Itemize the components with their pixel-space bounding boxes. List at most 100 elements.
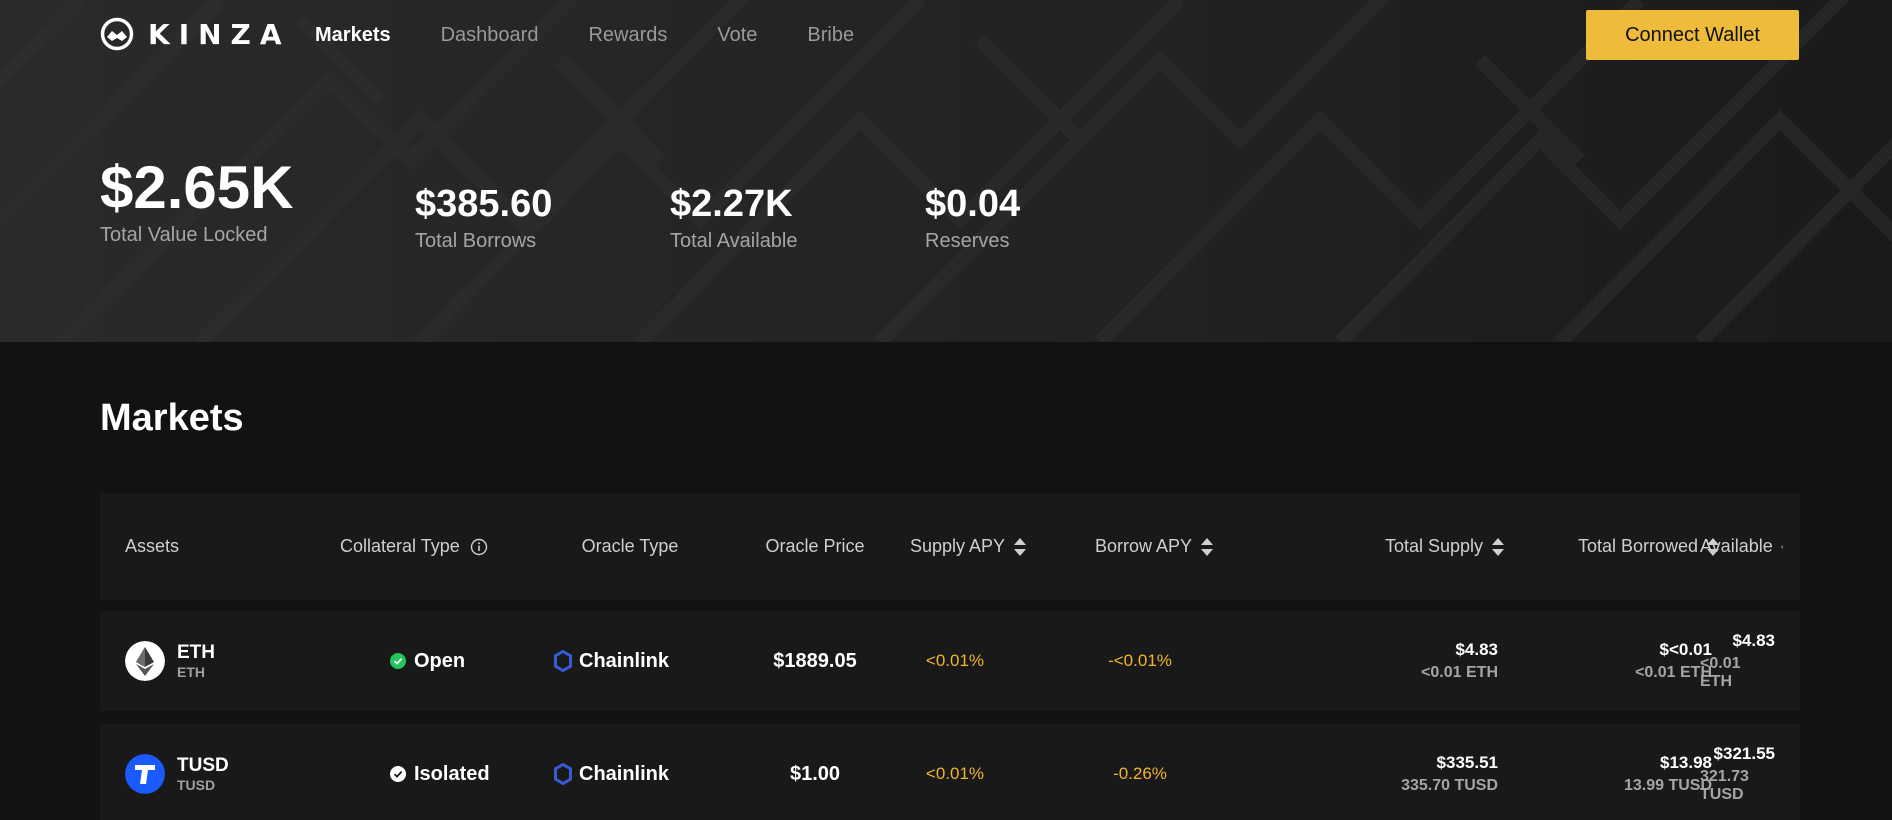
- oracle-cell: Chainlink: [553, 724, 669, 820]
- brand-logo[interactable]: KINZA: [100, 17, 291, 51]
- header-label: Assets: [125, 536, 180, 556]
- brand-name: KINZA: [148, 17, 291, 51]
- header-borrow-apy[interactable]: Borrow APY: [1095, 493, 1214, 600]
- table-row[interactable]: ETH ETH Open Chainlink $1889.05 <0.01% -…: [100, 611, 1800, 711]
- stat-total-available: $2.27K Total Available: [670, 184, 798, 253]
- stat-label: Reserves: [925, 230, 1010, 252]
- header-label: Total Supply: [1384, 536, 1483, 556]
- oracle-price: $1.00: [789, 762, 841, 785]
- header-label: Collateral Type: [340, 536, 460, 556]
- nav-link-vote[interactable]: Vote: [717, 24, 757, 47]
- collateral-type: Open: [390, 650, 465, 673]
- eth-icon: [125, 641, 165, 681]
- total-supply-usd: $335.51: [1436, 753, 1498, 772]
- supply-apy-cell: <0.01%: [890, 611, 1020, 711]
- total-supply-usd: $4.83: [1455, 640, 1498, 659]
- header-oracle-price: Oracle Price: [730, 493, 900, 600]
- stat-total-value-locked: $2.65K Total Value Locked: [100, 158, 293, 247]
- check-circle-icon: [390, 653, 406, 669]
- connect-wallet-button[interactable]: Connect Wallet: [1586, 10, 1799, 60]
- stat-value: $0.04: [925, 183, 1021, 225]
- available-token: <0.01 ETH: [1700, 655, 1741, 690]
- oracle-price: $1889.05: [773, 649, 857, 672]
- stat-total-borrows: $385.60 Total Borrows: [415, 184, 552, 253]
- stat-label: Total Value Locked: [100, 224, 268, 246]
- stat-value: $385.60: [415, 183, 553, 225]
- price-cell: $1.00: [730, 724, 900, 820]
- total-supply-cell: $4.83 <0.01 ETH: [1250, 611, 1498, 711]
- total-borrowed-cell: $<0.01 <0.01 ETH: [1500, 611, 1712, 711]
- available-token: 321.73 TUSD: [1700, 768, 1749, 803]
- borrow-apy: -<0.01%: [1108, 651, 1172, 670]
- total-borrowed-cell: $13.98 13.99 TUSD: [1500, 724, 1712, 820]
- header-total-borrowed[interactable]: Total Borrowed: [1500, 493, 1720, 600]
- tusd-icon: [125, 754, 165, 794]
- nav-link-dashboard[interactable]: Dashboard: [441, 24, 539, 47]
- asset-names: TUSD TUSD: [177, 755, 229, 793]
- available: $4.83 <0.01 ETH: [1700, 631, 1775, 691]
- header-oracle-type: Oracle Type: [550, 493, 710, 600]
- available-usd: $4.83: [1732, 631, 1775, 650]
- nav-links: Markets Dashboard Rewards Vote Bribe: [315, 24, 854, 47]
- oracle-cell: Chainlink: [553, 611, 669, 711]
- available-cell: $4.83 <0.01 ETH: [1700, 611, 1775, 711]
- asset-symbol: TUSD: [177, 755, 229, 776]
- markets-table-header: Assets Collateral Type Oracle Type Oracl…: [100, 493, 1800, 600]
- available-cell: $321.55 321.73 TUSD: [1700, 724, 1775, 820]
- collateral-cell: Isolated: [390, 724, 490, 820]
- collateral-label: Isolated: [414, 762, 490, 785]
- stat-label: Total Available: [670, 230, 798, 252]
- table-row[interactable]: TUSD TUSD Isolated Chainlink $1.00 <0.01…: [100, 724, 1800, 820]
- oracle-type: Chainlink: [553, 763, 669, 786]
- total-borrowed: $13.98 13.99 TUSD: [1624, 753, 1712, 795]
- kinza-logo-icon: [100, 17, 134, 51]
- page-title: Markets: [100, 397, 244, 439]
- asset-subtitle: ETH: [177, 664, 205, 680]
- header-collateral-type: Collateral Type: [340, 493, 488, 600]
- borrow-apy-cell: -<0.01%: [1075, 611, 1205, 711]
- header-label: Available: [1700, 536, 1773, 556]
- collateral-type: Isolated: [390, 763, 490, 786]
- chainlink-icon: [554, 763, 572, 785]
- check-circle-icon: [390, 766, 406, 782]
- header-label: Oracle Type: [581, 536, 679, 556]
- info-icon[interactable]: [470, 538, 488, 556]
- stat-value: $2.27K: [670, 183, 793, 225]
- header-label: Total Borrowed: [1577, 536, 1698, 556]
- nav-link-bribe[interactable]: Bribe: [807, 24, 854, 47]
- price-cell: $1889.05: [730, 611, 900, 711]
- available: $321.55 321.73 TUSD: [1700, 744, 1775, 804]
- top-nav: KINZA Markets Dashboard Rewards Vote Bri…: [0, 0, 1892, 70]
- header-label: Borrow APY: [1095, 536, 1193, 556]
- nav-link-rewards[interactable]: Rewards: [588, 24, 667, 47]
- sort-icon[interactable]: [1780, 537, 1783, 557]
- total-supply-token: <0.01 ETH: [1421, 664, 1498, 681]
- header-supply-apy[interactable]: Supply APY: [910, 493, 1027, 600]
- asset-cell: ETH ETH: [125, 611, 215, 711]
- borrow-apy: -0.26%: [1113, 764, 1167, 783]
- oracle-type: Chainlink: [553, 650, 669, 673]
- sort-icon[interactable]: [1013, 537, 1027, 557]
- total-borrowed-token: 13.99 TUSD: [1623, 777, 1712, 794]
- total-supply: $4.83 <0.01 ETH: [1421, 640, 1498, 682]
- asset-subtitle: TUSD: [177, 777, 216, 793]
- available-usd: $321.55: [1713, 744, 1775, 763]
- supply-apy: <0.01%: [925, 651, 985, 670]
- header-total-supply[interactable]: Total Supply: [1200, 493, 1505, 600]
- nav-link-markets[interactable]: Markets: [315, 24, 391, 47]
- asset-symbol: ETH: [177, 642, 215, 663]
- header-label: Oracle Price: [765, 536, 865, 556]
- stat-value: $2.65K: [100, 154, 294, 221]
- chainlink-icon: [554, 650, 572, 672]
- header-label: Supply APY: [910, 536, 1006, 556]
- total-supply-cell: $335.51 335.70 TUSD: [1250, 724, 1498, 820]
- supply-apy: <0.01%: [925, 764, 985, 783]
- total-supply: $335.51 335.70 TUSD: [1401, 753, 1498, 795]
- collateral-label: Open: [414, 649, 466, 672]
- borrow-apy-cell: -0.26%: [1075, 724, 1205, 820]
- stat-label: Total Borrows: [415, 230, 537, 252]
- total-supply-token: 335.70 TUSD: [1401, 777, 1498, 794]
- oracle-label: Chainlink: [579, 649, 670, 672]
- header-available[interactable]: Available: [1700, 493, 1783, 600]
- asset-cell: TUSD TUSD: [125, 724, 229, 820]
